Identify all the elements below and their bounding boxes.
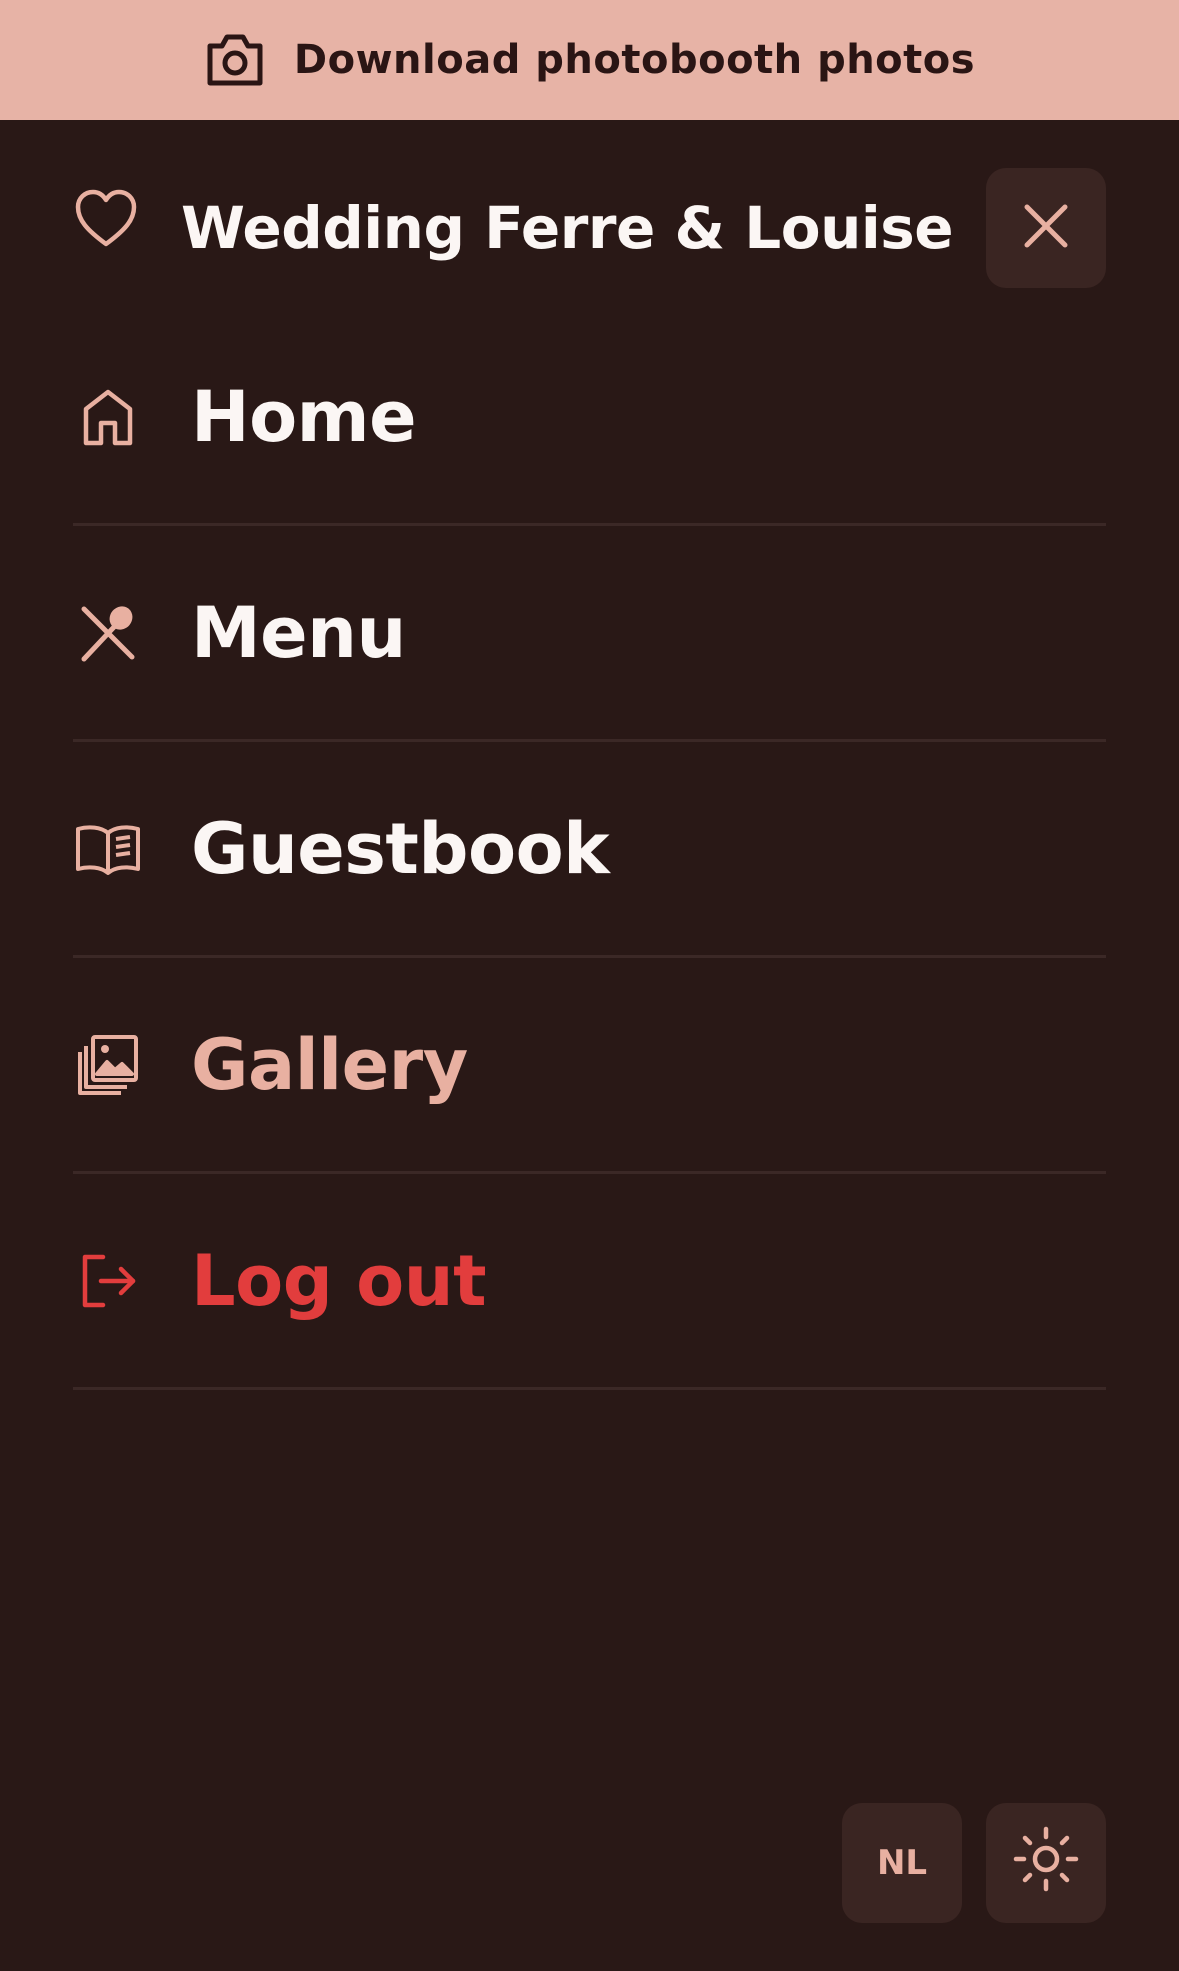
utensils-icon <box>73 598 143 668</box>
nav-item-menu[interactable]: Menu <box>73 526 1106 742</box>
nav-item-guestbook[interactable]: Guestbook <box>73 742 1106 958</box>
nav-label-logout: Log out <box>191 1239 487 1322</box>
banner-label: Download photobooth photos <box>293 37 976 83</box>
download-photos-banner[interactable]: Download photobooth photos <box>0 0 1179 120</box>
language-toggle-button[interactable]: NL <box>842 1803 962 1923</box>
bottom-controls: NL <box>842 1803 1106 1923</box>
drawer-header: Wedding Ferre & Louise <box>73 168 1106 288</box>
close-icon <box>1023 203 1069 253</box>
drawer-title: Wedding Ferre & Louise <box>181 194 954 262</box>
nav-item-logout[interactable]: Log out <box>73 1174 1106 1390</box>
camera-icon <box>204 32 266 88</box>
theme-toggle-button[interactable] <box>986 1803 1106 1923</box>
drawer-nav: Home Menu Guestbook Gallery Log out <box>73 310 1106 1390</box>
close-menu-button[interactable] <box>986 168 1106 288</box>
nav-item-gallery[interactable]: Gallery <box>73 958 1106 1174</box>
language-label: NL <box>876 1843 928 1883</box>
home-icon <box>73 382 143 452</box>
nav-label-guestbook: Guestbook <box>191 807 610 890</box>
heart-icon <box>73 186 139 252</box>
nav-label-menu: Menu <box>191 591 406 674</box>
nav-label-gallery: Gallery <box>191 1023 468 1106</box>
logout-icon <box>73 1246 143 1316</box>
book-icon <box>73 814 143 884</box>
nav-item-home[interactable]: Home <box>73 310 1106 526</box>
sun-icon <box>1013 1826 1079 1901</box>
gallery-icon <box>73 1030 143 1100</box>
nav-label-home: Home <box>191 375 417 458</box>
